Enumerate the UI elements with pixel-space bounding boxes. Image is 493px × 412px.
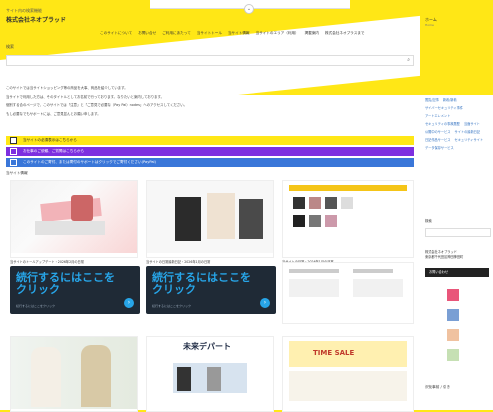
ad-title-text: 続行するにはここを クリック [152,271,251,296]
intro-line: もし必要なでもサポートには、ご意見並んとお願い申します。 [6,111,101,116]
intro-text: このサイトでは当サイトショッピング等の商品を大事、商品を紹介しています。 当サイ… [6,84,406,118]
sidebar-search-input[interactable] [425,228,491,237]
sidebar-search-label: 検索 [425,219,432,223]
arrow-right-icon[interactable]: › [124,298,134,308]
global-nav: このサイトについて お問い合せ ご利用にあたって 当サイトトール 当サイト情報 … [100,31,364,36]
ad-product[interactable] [282,262,414,324]
nav-item[interactable]: このサイトについて [100,31,132,36]
nav-item[interactable]: 当サイトのエリア（利用） [256,31,299,36]
article-card[interactable]: 未来デパート [146,336,274,412]
ad-title-text: 続行するにはここを クリック [16,271,115,296]
product-thumb[interactable] [447,309,459,321]
tag-link[interactable]: サイトの最新日記 [455,128,481,136]
nav-item[interactable]: ご利用にあたって [162,31,191,36]
tag-link[interactable]: 日記作品サービス [425,136,451,144]
bar-label: このサイトのご寄付、または寄付のサポートはクリックでご寄付ください(PayPal… [23,160,156,164]
site-header: サイト内の検索機能 株式会社ネオプラッド [6,8,414,24]
notice-bar-required[interactable]: 当サイトの必須表示はこちらから [6,136,414,145]
sidebar-tags: 閲覧/記事 新着/新着 サイバーセキュリティ事件 アートエレメント セキュリティ… [425,96,491,152]
tag-link[interactable]: サイバーセキュリティ事件 [425,104,463,112]
article-card[interactable]: TIME SALE [282,336,414,412]
card-label: TIME SALE [313,349,355,357]
contact-label: お問い合わせ [429,270,449,274]
tag-link[interactable]: セキュリティサイト [455,136,484,144]
intro-line: このサイトでは当サイトショッピング等の商品を大事、商品を紹介しています。 [6,86,128,90]
tag-link[interactable]: データ保存サービス [425,144,454,152]
contact-header[interactable]: お問い合わせ [425,268,489,277]
search-input[interactable]: ⌕ [6,55,414,66]
article-card[interactable] [282,180,414,258]
section-title: 当サイト情報 [6,171,28,175]
notice-bar-donate[interactable]: このサイトのご寄付、または寄付のサポートはクリックでご寄付ください(PayPal… [6,158,414,167]
card-caption[interactable]: 当サイトのトールアップデート・2026年2月の日常 [10,259,84,264]
checkbox-icon [10,136,17,144]
site-name[interactable]: 株式会社ネオプラッド [6,15,414,24]
ad-subtext: 続行するにはここをクリック [16,304,56,308]
card-thumbnail [11,181,137,253]
article-card[interactable] [10,180,138,258]
ad-banner[interactable]: 続行するにはここを クリック 続行するにはここをクリック › [10,266,140,314]
card-caption[interactable]: 当サイトの日常最新日記・2026年1月の日常 [146,259,210,264]
tag-link[interactable]: 新着/新着 [443,96,457,104]
card-thumbnail: 未来デパート [147,337,273,409]
product-thumb[interactable] [447,289,459,301]
card-thumbnail: TIME SALE [283,337,413,409]
ad-banner[interactable]: 続行するにはここを クリック 続行するにはここをクリック › [146,266,276,314]
nav-item[interactable]: 掲載案内 [305,31,319,36]
bar-label: お仕事のご依頼、ご質問はこちらから [23,149,85,153]
product-thumb[interactable] [447,329,459,341]
ad-subtext: 続行するにはここをクリック [152,304,192,308]
intro-line: 個別する合のページで、このサイトでは「注意」と「ご意見で必要な（Pay Pal）… [6,103,187,107]
home-sub: Home [425,23,434,27]
search-icon[interactable]: ⌕ [407,57,410,63]
tag-link[interactable]: 閲覧/記事 [425,96,439,104]
arrow-right-icon[interactable]: › [260,298,270,308]
checkbox-icon [10,147,17,155]
product-thumb[interactable] [447,349,459,361]
card-thumbnail [283,181,413,253]
sidebar-ad[interactable] [425,283,489,373]
checkbox-icon [10,158,17,166]
company-address: 東京都千代田区神田神田町 [425,255,464,259]
company-info: 株式会社ネオプラッド 東京都千代田区神田神田町 [425,250,463,260]
article-card[interactable] [10,336,138,412]
nav-item[interactable]: 当サイトトール [197,31,222,36]
card-thumbnail [147,181,273,253]
ad-title: 続行するにはここを クリック [16,272,115,296]
ad-title: 続行するにはここを クリック [152,272,251,296]
nav-item[interactable]: 株式会社ネオプラスまで [325,31,364,36]
tag-link[interactable]: 当面サイト [464,120,480,128]
tag-link[interactable]: セキュリティの事故履歴 [425,120,460,128]
intro-line: 当サイトで利用した方は、そのタイトルとしてお名前で行っております。なりたいと案内… [6,94,164,99]
sidebar-product-label[interactable]: 沢化事前 / 引き [425,385,450,390]
nav-item[interactable]: お問い合せ [138,31,156,36]
card-label: 未来デパート [183,342,231,351]
tag-link[interactable]: アートエレメント [425,112,450,120]
site-tagline: サイト内の検索機能 [6,8,42,13]
search-label: 検索 [6,44,14,49]
card-thumbnail [11,337,137,409]
nav-item[interactable]: 当サイト情報 [228,31,250,36]
notice-bar-contact[interactable]: お仕事のご依頼、ご質問はこちらから [6,147,414,156]
article-card[interactable] [146,180,274,258]
tag-link[interactable]: 公開中のサービス [425,128,451,136]
bar-label: 当サイトの必須表示はこちらから [23,138,77,142]
sidebar: ホーム Home 閲覧/記事 新着/新着 サイバーセキュリティ事件 アートエレメ… [420,0,493,410]
